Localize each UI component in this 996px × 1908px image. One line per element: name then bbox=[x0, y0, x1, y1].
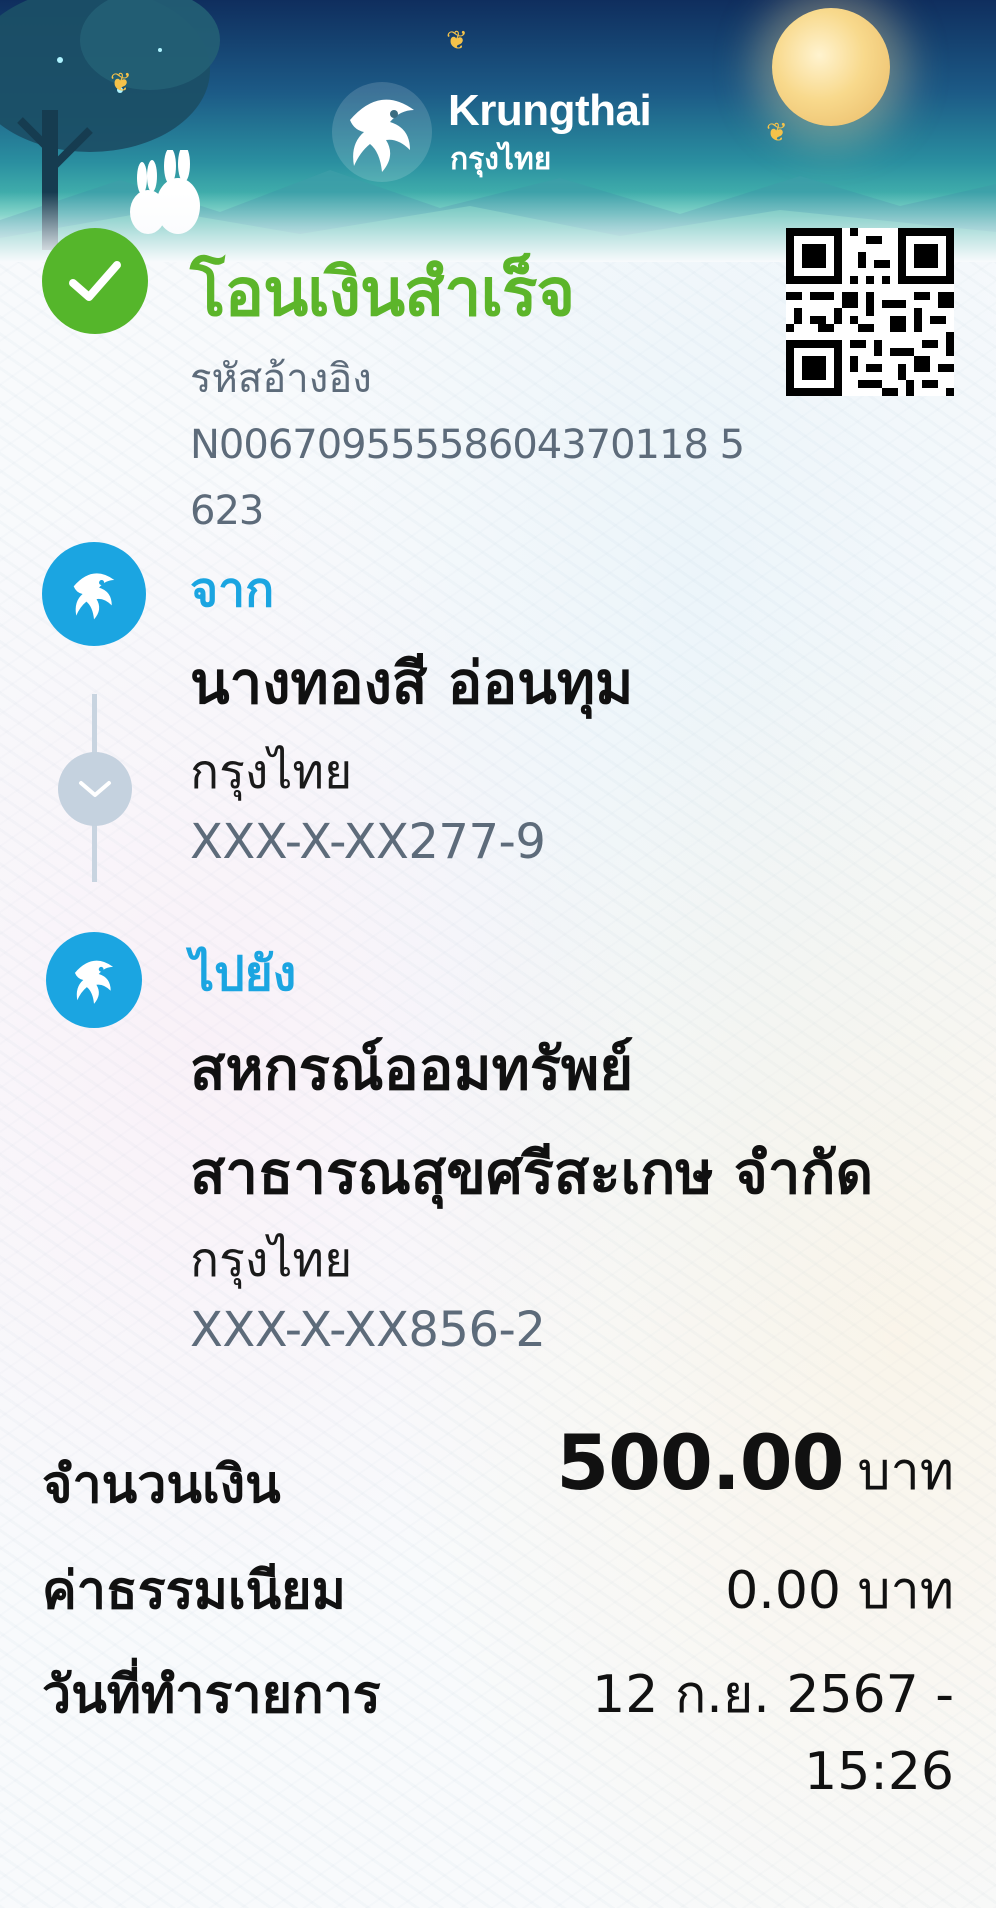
header-banner: ❦ ❦ ❦ Krungthai กรุงไทย bbox=[0, 0, 996, 262]
success-check-icon bbox=[42, 228, 148, 334]
fee-value: 0.00 บาท bbox=[725, 1561, 954, 1621]
brand-name-en: Krungthai bbox=[448, 86, 652, 135]
transfer-direction-icon bbox=[58, 752, 132, 826]
transaction-date-value: 12 ก.ย. 2567 - bbox=[592, 1665, 954, 1725]
krungthai-logo: Krungthai กรุงไทย bbox=[330, 80, 670, 190]
amount-value-row: 500.00 บาท bbox=[556, 1418, 954, 1512]
reference-number: N00670955558604370118 5623 bbox=[190, 422, 745, 534]
chevron-down-icon bbox=[79, 781, 111, 797]
recipient-bank: กรุงไทย bbox=[190, 1232, 353, 1288]
sender-bank: กรุงไทย bbox=[190, 744, 353, 800]
krungthai-bank-icon bbox=[46, 932, 142, 1028]
from-label: จาก bbox=[190, 562, 275, 618]
moon-illustration bbox=[772, 8, 890, 126]
amount-label: จำนวนเงิน bbox=[42, 1455, 281, 1515]
qr-code[interactable] bbox=[786, 228, 954, 396]
fee-label: ค่าธรรมเนียม bbox=[42, 1561, 346, 1621]
butterfly-icon: ❦ bbox=[110, 68, 132, 98]
recipient-name-line1: สหกรณ์ออมทรัพย์ bbox=[190, 1035, 634, 1103]
amount-unit: บาท bbox=[857, 1442, 954, 1502]
recipient-name-line2: สาธารณสุขศรีสะเกษ จำกัด bbox=[190, 1139, 874, 1207]
krungthai-bird-icon bbox=[74, 960, 114, 1004]
amount-value: 500.00 bbox=[556, 1418, 844, 1507]
reference-label: รหัสอ้างอิง bbox=[190, 356, 372, 402]
to-label: ไปยัง bbox=[190, 946, 297, 1002]
krungthai-bird-icon bbox=[73, 573, 115, 620]
transaction-date-label: วันที่ทำรายการ bbox=[42, 1665, 381, 1725]
krungthai-bank-icon bbox=[42, 542, 146, 646]
transfer-success-title: โอนเงินสำเร็จ bbox=[190, 254, 575, 331]
sender-account: XXX-X-XX277-9 bbox=[190, 814, 546, 870]
check-icon bbox=[69, 261, 121, 301]
transaction-time-value: 15:26 bbox=[804, 1742, 954, 1802]
butterfly-icon: ❦ bbox=[766, 118, 788, 148]
sender-name: นางทองสี อ่อนทุม bbox=[190, 649, 634, 717]
recipient-account: XXX-X-XX856-2 bbox=[190, 1302, 546, 1358]
butterfly-icon: ❦ bbox=[446, 26, 468, 56]
krungthai-bird-icon bbox=[332, 82, 432, 182]
brand-name-th: กรุงไทย bbox=[450, 142, 552, 177]
